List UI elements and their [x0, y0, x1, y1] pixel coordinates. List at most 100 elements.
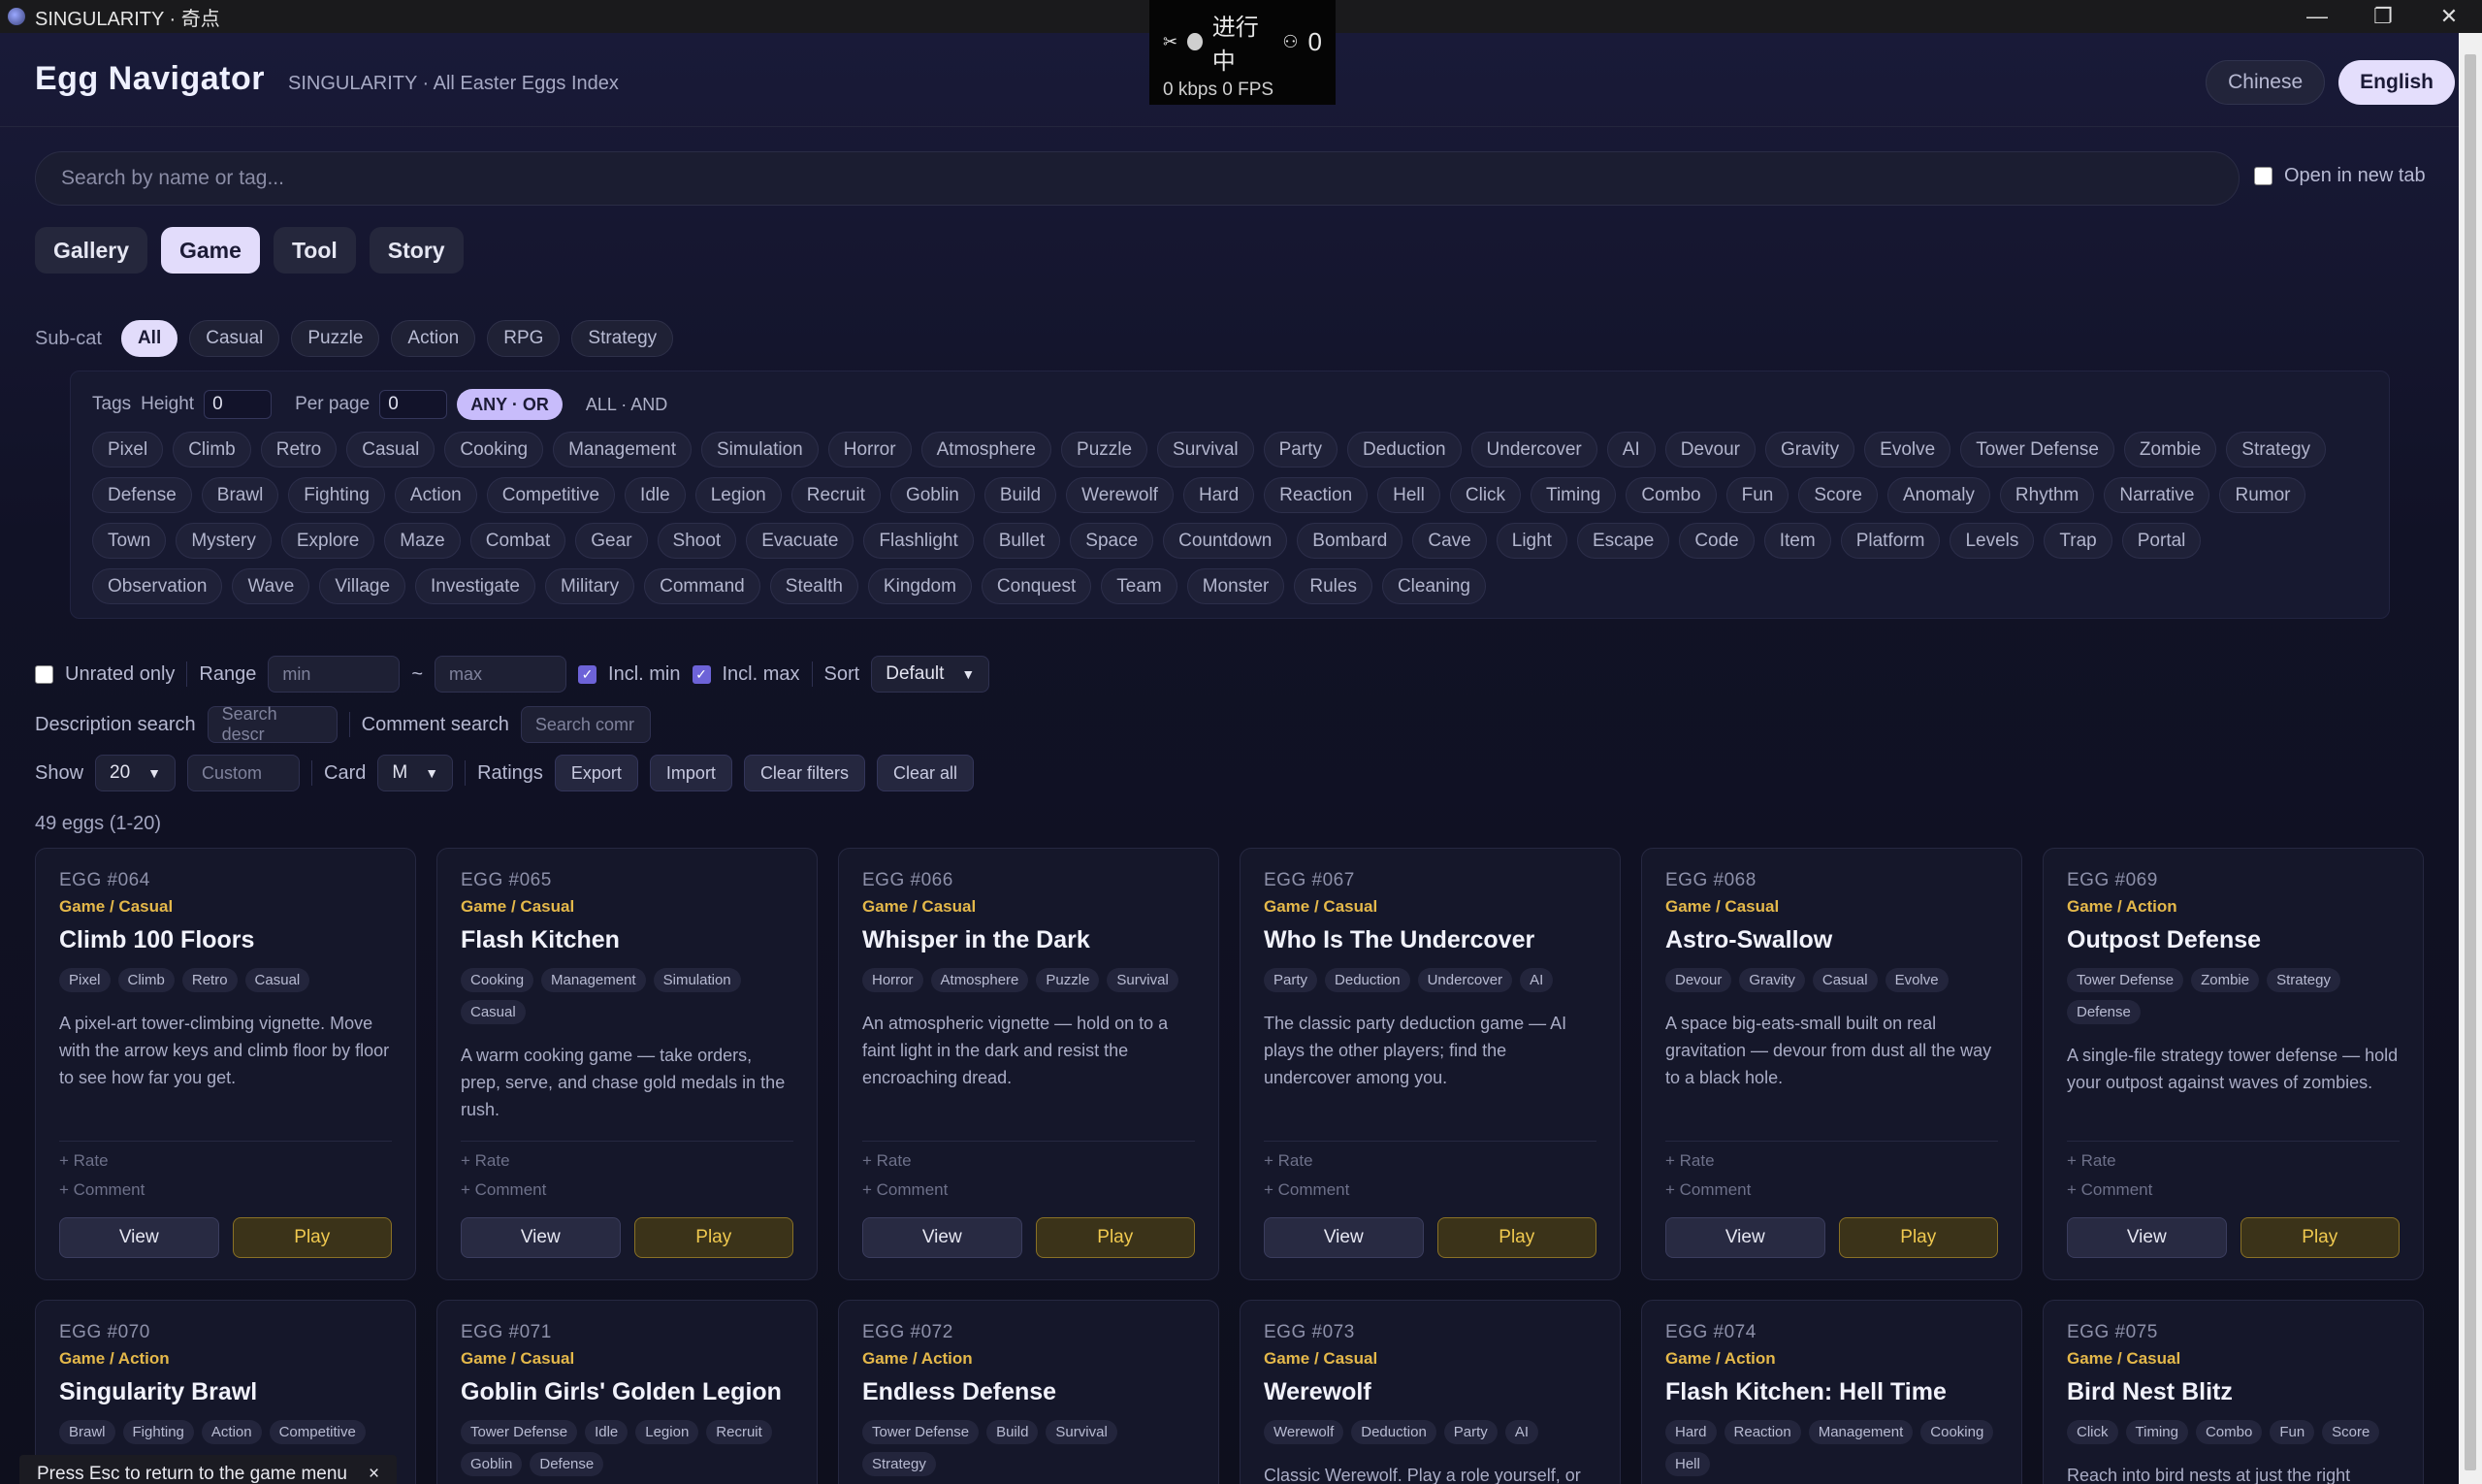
card-tag[interactable]: Timing	[2125, 1420, 2188, 1444]
card-tag[interactable]: Survival	[1107, 968, 1178, 992]
card-tag[interactable]: Undercover	[1417, 968, 1513, 992]
tag-filter[interactable]: Brawl	[201, 477, 279, 513]
card-tag[interactable]: AI	[1504, 1420, 1538, 1444]
incl-max-checkbox[interactable]: ✓	[692, 664, 711, 684]
close-icon[interactable]: ×	[369, 1464, 379, 1484]
comment-link[interactable]: + Comment	[862, 1180, 1195, 1200]
card-tag[interactable]: Cooking	[461, 968, 534, 992]
export-button[interactable]: Export	[554, 755, 638, 791]
card-tag[interactable]: Action	[201, 1420, 262, 1444]
tag-filter[interactable]: Management	[553, 432, 692, 468]
tag-filter[interactable]: Undercover	[1470, 432, 1597, 468]
tag-filter[interactable]: Levels	[1950, 523, 2035, 559]
card-tag[interactable]: Retro	[181, 968, 238, 992]
card-tag[interactable]: Survival	[1046, 1420, 1117, 1444]
card-tag[interactable]: Party	[1443, 1420, 1498, 1444]
per-page-input[interactable]: 0	[379, 390, 448, 419]
minimize-button[interactable]: —	[2284, 0, 2350, 33]
tag-filter[interactable]: Combo	[1626, 477, 1717, 513]
egg-name[interactable]: Flash Kitchen	[461, 926, 793, 954]
egg-name[interactable]: Flash Kitchen: Hell Time	[1665, 1378, 1998, 1406]
tag-filter[interactable]: Party	[1263, 432, 1338, 468]
card-tag[interactable]: Atmosphere	[930, 968, 1029, 992]
tag-filter[interactable]: Rhythm	[1999, 477, 2095, 513]
range-min-input[interactable]: min	[268, 656, 401, 693]
tag-filter[interactable]: Defense	[92, 477, 192, 513]
tag-filter[interactable]: Light	[1496, 523, 1567, 559]
tag-filter[interactable]: Competitive	[486, 477, 616, 513]
tag-mode-all[interactable]: ALL · AND	[572, 389, 681, 420]
card-tag[interactable]: Strategy	[862, 1452, 936, 1476]
egg-name[interactable]: Outpost Defense	[2067, 926, 2400, 954]
card-tag[interactable]: Strategy	[2267, 968, 2340, 992]
card-tag[interactable]: Build	[986, 1420, 1039, 1444]
tag-filter[interactable]: Portal	[2121, 523, 2202, 559]
card-tag[interactable]: Tower Defense	[461, 1420, 578, 1444]
tag-filter[interactable]: Climb	[173, 432, 251, 468]
tag-filter[interactable]: Command	[644, 568, 760, 604]
tag-filter[interactable]: Devour	[1664, 432, 1756, 468]
tag-filter[interactable]: Idle	[625, 477, 686, 513]
card-tag[interactable]: Evolve	[1885, 968, 1949, 992]
tag-filter[interactable]: Rules	[1294, 568, 1372, 604]
tag-filter[interactable]: Tower Defense	[1960, 432, 2114, 468]
tag-filter[interactable]: Reaction	[1264, 477, 1369, 513]
tag-filter[interactable]: Bombard	[1297, 523, 1403, 559]
card-tag[interactable]: Legion	[635, 1420, 699, 1444]
subcat-rpg[interactable]: RPG	[487, 320, 561, 357]
egg-name[interactable]: Endless Defense	[862, 1378, 1195, 1406]
tag-filter[interactable]: Casual	[346, 432, 435, 468]
tag-filter[interactable]: Rumor	[2219, 477, 2306, 513]
open-new-tab-toggle[interactable]: Open in new tab	[2254, 165, 2426, 187]
tag-filter[interactable]: Evolve	[1864, 432, 1951, 468]
card-tag[interactable]: Puzzle	[1036, 968, 1100, 992]
tag-filter[interactable]: Hard	[1182, 477, 1255, 513]
egg-name[interactable]: Who Is The Undercover	[1264, 926, 1596, 954]
maximize-button[interactable]: ❐	[2350, 0, 2416, 33]
card-tag[interactable]: Gravity	[1739, 968, 1805, 992]
card-tag[interactable]: Fun	[2270, 1420, 2315, 1444]
tag-filter[interactable]: Atmosphere	[920, 432, 1052, 468]
rate-link[interactable]: + Rate	[461, 1151, 793, 1171]
egg-name[interactable]: Climb 100 Floors	[59, 926, 392, 954]
rate-link[interactable]: + Rate	[1264, 1151, 1596, 1171]
english-button[interactable]: English	[2338, 60, 2455, 105]
tag-filter[interactable]: Goblin	[889, 477, 975, 513]
view-button[interactable]: View	[461, 1217, 621, 1258]
tag-filter[interactable]: Town	[92, 523, 167, 559]
import-button[interactable]: Import	[649, 755, 732, 791]
card-tag[interactable]: Horror	[862, 968, 923, 992]
tag-filter[interactable]: Gear	[575, 523, 648, 559]
tag-filter[interactable]: Combat	[469, 523, 566, 559]
card-tag[interactable]: Casual	[1812, 968, 1878, 992]
chinese-button[interactable]: Chinese	[2206, 60, 2326, 105]
card-tag[interactable]: Tower Defense	[862, 1420, 980, 1444]
card-tag[interactable]: Pixel	[59, 968, 111, 992]
tag-filter[interactable]: AI	[1606, 432, 1656, 468]
card-tag[interactable]: Click	[2067, 1420, 2118, 1444]
tag-filter[interactable]: Build	[983, 477, 1057, 513]
card-tag[interactable]: Reaction	[1724, 1420, 1801, 1444]
play-button[interactable]: Play	[1436, 1217, 1596, 1258]
tag-filter[interactable]: Simulation	[701, 432, 819, 468]
card-tag[interactable]: Cooking	[1920, 1420, 1994, 1444]
card-tag[interactable]: Hard	[1665, 1420, 1717, 1444]
tag-filter[interactable]: Retro	[260, 432, 338, 468]
view-button[interactable]: View	[2067, 1217, 2227, 1258]
egg-name[interactable]: Bird Nest Blitz	[2067, 1378, 2400, 1406]
tag-filter[interactable]: Deduction	[1346, 432, 1462, 468]
incl-min-checkbox[interactable]: ✓	[578, 664, 597, 684]
tag-filter[interactable]: Evacuate	[746, 523, 854, 559]
tab-story[interactable]: Story	[369, 227, 464, 274]
comment-link[interactable]: + Comment	[2067, 1180, 2400, 1200]
card-tag[interactable]: Simulation	[653, 968, 741, 992]
close-window-button[interactable]: ✕	[2416, 0, 2482, 33]
tag-filter[interactable]: Timing	[1531, 477, 1617, 513]
comment-link[interactable]: + Comment	[1665, 1180, 1998, 1200]
tag-filter[interactable]: Item	[1763, 523, 1831, 559]
subcat-all[interactable]: All	[120, 320, 178, 357]
card-tag[interactable]: Zombie	[2191, 968, 2260, 992]
view-button[interactable]: View	[1665, 1217, 1825, 1258]
tag-filter[interactable]: Team	[1101, 568, 1177, 604]
tag-filter[interactable]: Cave	[1412, 523, 1487, 559]
